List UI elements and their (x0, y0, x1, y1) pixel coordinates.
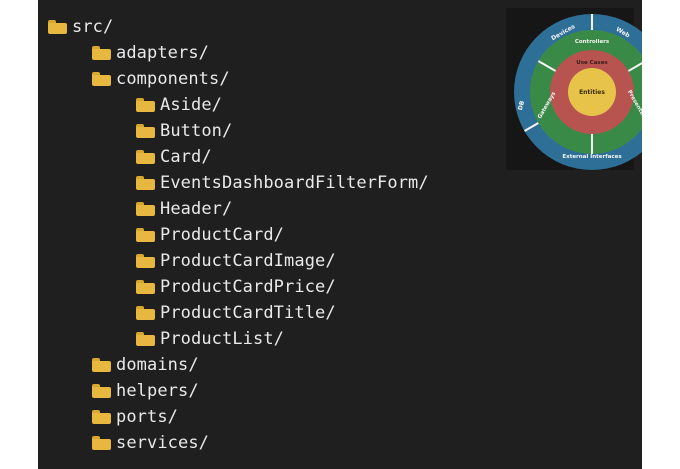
tree-item[interactable]: domains/ (92, 352, 199, 378)
tree-item[interactable]: ProductCardTitle/ (136, 300, 336, 326)
tree-item-label: Button/ (160, 121, 233, 141)
external-interfaces-label: External Interfaces (562, 154, 622, 160)
tree-item[interactable]: ProductList/ (136, 326, 284, 352)
tree-item[interactable]: ProductCardPrice/ (136, 274, 336, 300)
folder-icon (136, 306, 155, 320)
folder-icon (92, 384, 111, 398)
code-panel: src/adapters/components/Aside/Button/Car… (38, 0, 642, 469)
tree-item[interactable]: ProductCard/ (136, 222, 284, 248)
use-cases-label: Use Cases (576, 60, 608, 66)
tree-item-label: Header/ (160, 199, 233, 219)
folder-icon (92, 46, 111, 60)
controllers-label: Controllers (575, 39, 610, 45)
tree-item[interactable]: Card/ (136, 144, 212, 170)
tree-item-label: EventsDashboardFilterForm/ (160, 173, 429, 193)
folder-icon (48, 20, 67, 34)
tree-item-label: Card/ (160, 147, 212, 167)
folder-icon (136, 254, 155, 268)
tree-item-label: ProductCardTitle/ (160, 303, 336, 323)
folder-icon (92, 358, 111, 372)
tree-item-label: domains/ (116, 355, 199, 375)
tree-item-label: Aside/ (160, 95, 223, 115)
tree-item-label: services/ (116, 433, 210, 453)
tree-item-label: ProductCardPrice/ (160, 277, 336, 297)
folder-icon (136, 202, 155, 216)
folder-icon (92, 72, 111, 86)
folder-icon (92, 410, 111, 424)
folder-icon (136, 98, 155, 112)
folder-icon (136, 228, 155, 242)
tree-item[interactable]: helpers/ (92, 378, 199, 404)
clean-architecture-diagram: Devices Web DB UI External Interfaces Co… (514, 14, 642, 170)
folder-icon (136, 150, 155, 164)
folder-icon (136, 176, 155, 190)
tree-item[interactable]: Header/ (136, 196, 232, 222)
tree-item[interactable]: services/ (92, 430, 209, 456)
folder-icon (136, 124, 155, 138)
entities-label: Entities (579, 89, 605, 96)
tree-item-label: ProductCardImage/ (160, 251, 336, 271)
tree-item-label: ports/ (116, 407, 179, 427)
tree-item[interactable]: Button/ (136, 118, 232, 144)
tree-item-label: ProductList/ (160, 329, 285, 349)
folder-icon (92, 436, 111, 450)
folder-icon (136, 332, 155, 346)
tree-item-label: helpers/ (116, 381, 199, 401)
tree-item[interactable]: adapters/ (92, 40, 209, 66)
tree-item[interactable]: EventsDashboardFilterForm/ (136, 170, 429, 196)
tree-item-label: ProductCard/ (160, 225, 285, 245)
tree-item-label: components/ (116, 69, 230, 89)
tree-item[interactable]: ProductCardImage/ (136, 248, 336, 274)
tree-item[interactable]: Aside/ (136, 92, 222, 118)
tree-item[interactable]: ports/ (92, 404, 178, 430)
tree-item-label: src/ (72, 17, 114, 37)
tree-item[interactable]: components/ (92, 66, 230, 92)
folder-icon (136, 280, 155, 294)
tree-item-label: adapters/ (116, 43, 210, 63)
tree-item[interactable]: src/ (48, 14, 113, 40)
